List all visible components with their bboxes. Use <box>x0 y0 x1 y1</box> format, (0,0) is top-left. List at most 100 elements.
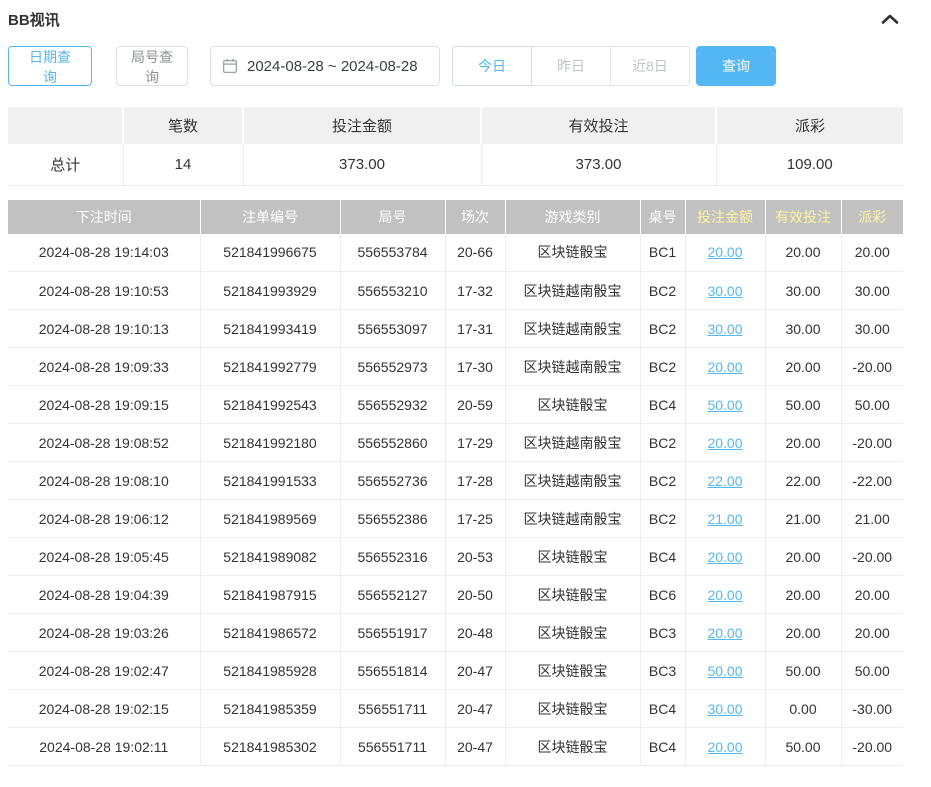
bets-header-cell: 注单编号 <box>200 200 340 234</box>
bet-row: 2024-08-28 19:14:03521841996675556553784… <box>8 234 903 272</box>
bet-cell-bet: 30.00 <box>685 310 765 348</box>
bet-cell-game: 区块链骰宝 <box>505 234 640 272</box>
quick-range-button-2[interactable]: 近8日 <box>610 46 690 86</box>
bet-amount-link[interactable]: 20.00 <box>707 549 742 565</box>
collapse-panel-button[interactable] <box>877 12 903 27</box>
bets-table: 下注时间注单编号局号场次游戏类别桌号投注金额有效投注派彩 2024-08-28 … <box>8 200 903 767</box>
bet-cell-bet: 21.00 <box>685 500 765 538</box>
search-button[interactable]: 查询 <box>696 46 776 86</box>
bet-amount-link[interactable]: 20.00 <box>707 587 742 603</box>
bet-amount-link[interactable]: 20.00 <box>707 359 742 375</box>
bet-amount-link[interactable]: 30.00 <box>707 283 742 299</box>
bet-cell-bet: 20.00 <box>685 614 765 652</box>
bet-cell-payout: -30.00 <box>841 690 903 728</box>
bet-cell-bet_id: 521841996675 <box>200 234 340 272</box>
bet-cell-session: 20-47 <box>445 652 505 690</box>
bet-cell-payout: 20.00 <box>841 576 903 614</box>
bet-amount-link[interactable]: 50.00 <box>707 397 742 413</box>
bet-cell-session: 20-50 <box>445 576 505 614</box>
bet-cell-game: 区块链骰宝 <box>505 728 640 766</box>
bet-cell-table_no: BC3 <box>640 614 685 652</box>
bet-row: 2024-08-28 19:10:53521841993929556553210… <box>8 272 903 310</box>
bet-amount-link[interactable]: 20.00 <box>707 625 742 641</box>
bet-cell-bet: 20.00 <box>685 728 765 766</box>
bet-cell-bet_id: 521841992779 <box>200 348 340 386</box>
bet-cell-payout: 20.00 <box>841 614 903 652</box>
bet-row: 2024-08-28 19:08:52521841992180556552860… <box>8 424 903 462</box>
quick-range-group: 今日昨日近8日 <box>452 46 690 86</box>
summary-value-cell: 14 <box>123 144 243 185</box>
bet-amount-link[interactable]: 20.00 <box>707 435 742 451</box>
bet-cell-bet_id: 521841989082 <box>200 538 340 576</box>
date-range-input[interactable]: 2024-08-28 ~ 2024-08-28 <box>210 46 440 86</box>
bet-cell-time: 2024-08-28 19:09:33 <box>8 348 200 386</box>
bet-amount-link[interactable]: 20.00 <box>707 739 742 755</box>
bet-cell-valid: 20.00 <box>765 614 841 652</box>
bet-cell-table_no: BC2 <box>640 462 685 500</box>
bet-amount-link[interactable]: 21.00 <box>707 511 742 527</box>
bet-amount-link[interactable]: 20.00 <box>707 244 742 260</box>
bet-cell-bet: 20.00 <box>685 348 765 386</box>
summary-value-cell: 109.00 <box>716 144 903 185</box>
bet-row: 2024-08-28 19:10:13521841993419556553097… <box>8 310 903 348</box>
bet-cell-table_no: BC6 <box>640 576 685 614</box>
bet-cell-bet: 30.00 <box>685 272 765 310</box>
bet-cell-game: 区块链骰宝 <box>505 576 640 614</box>
bets-header-cell: 场次 <box>445 200 505 234</box>
bet-cell-valid: 50.00 <box>765 652 841 690</box>
bet-row: 2024-08-28 19:09:33521841992779556552973… <box>8 348 903 386</box>
bet-cell-bet_id: 521841986572 <box>200 614 340 652</box>
bet-cell-round: 556552973 <box>340 348 445 386</box>
bet-cell-table_no: BC2 <box>640 424 685 462</box>
panel-header: BB视讯 <box>8 6 903 32</box>
bet-row: 2024-08-28 19:08:10521841991533556552736… <box>8 462 903 500</box>
date-query-tab[interactable]: 日期查询 <box>8 46 92 86</box>
summary-value-cell: 373.00 <box>481 144 716 185</box>
bet-row: 2024-08-28 19:05:45521841989082556552316… <box>8 538 903 576</box>
bets-header-cell: 有效投注 <box>765 200 841 234</box>
bet-amount-link[interactable]: 30.00 <box>707 321 742 337</box>
bet-cell-time: 2024-08-28 19:10:53 <box>8 272 200 310</box>
bet-cell-bet_id: 521841993929 <box>200 272 340 310</box>
bet-cell-session: 17-28 <box>445 462 505 500</box>
bet-cell-bet: 50.00 <box>685 652 765 690</box>
bet-cell-round: 556553210 <box>340 272 445 310</box>
bet-cell-round: 556552860 <box>340 424 445 462</box>
bet-cell-payout: 21.00 <box>841 500 903 538</box>
summary-header-cell <box>8 107 123 144</box>
bet-cell-payout: -20.00 <box>841 728 903 766</box>
bet-amount-link[interactable]: 50.00 <box>707 663 742 679</box>
bet-cell-session: 17-25 <box>445 500 505 538</box>
bet-row: 2024-08-28 19:02:15521841985359556551711… <box>8 690 903 728</box>
round-query-tab[interactable]: 局号查询 <box>116 46 188 86</box>
bet-cell-payout: 30.00 <box>841 310 903 348</box>
summary-table: 笔数投注金额有效投注派彩 总计14373.00373.00109.00 <box>8 107 903 186</box>
bet-cell-bet_id: 521841987915 <box>200 576 340 614</box>
bet-cell-bet_id: 521841985928 <box>200 652 340 690</box>
bet-cell-session: 20-53 <box>445 538 505 576</box>
bet-cell-round: 556552736 <box>340 462 445 500</box>
bet-cell-session: 20-66 <box>445 234 505 272</box>
quick-range-button-0[interactable]: 今日 <box>452 46 532 86</box>
bets-header-cell: 投注金额 <box>685 200 765 234</box>
filter-bar: 日期查询 局号查询 2024-08-28 ~ 2024-08-28 今日昨日近8… <box>8 46 903 86</box>
bet-cell-table_no: BC3 <box>640 652 685 690</box>
bet-cell-time: 2024-08-28 19:05:45 <box>8 538 200 576</box>
bet-cell-round: 556552316 <box>340 538 445 576</box>
bet-cell-payout: -20.00 <box>841 424 903 462</box>
bet-cell-payout: -22.00 <box>841 462 903 500</box>
page-title: BB视讯 <box>8 9 60 30</box>
bet-cell-table_no: BC4 <box>640 690 685 728</box>
bet-cell-round: 556551814 <box>340 652 445 690</box>
bet-cell-valid: 0.00 <box>765 690 841 728</box>
bet-cell-game: 区块链骰宝 <box>505 538 640 576</box>
bet-cell-round: 556552932 <box>340 386 445 424</box>
bet-amount-link[interactable]: 30.00 <box>707 701 742 717</box>
bet-cell-bet: 20.00 <box>685 576 765 614</box>
bet-cell-session: 20-47 <box>445 690 505 728</box>
quick-range-button-1[interactable]: 昨日 <box>531 46 611 86</box>
bet-amount-link[interactable]: 22.00 <box>707 473 742 489</box>
bet-cell-bet: 50.00 <box>685 386 765 424</box>
calendar-icon <box>222 58 238 74</box>
summary-value-cell: 373.00 <box>243 144 481 185</box>
